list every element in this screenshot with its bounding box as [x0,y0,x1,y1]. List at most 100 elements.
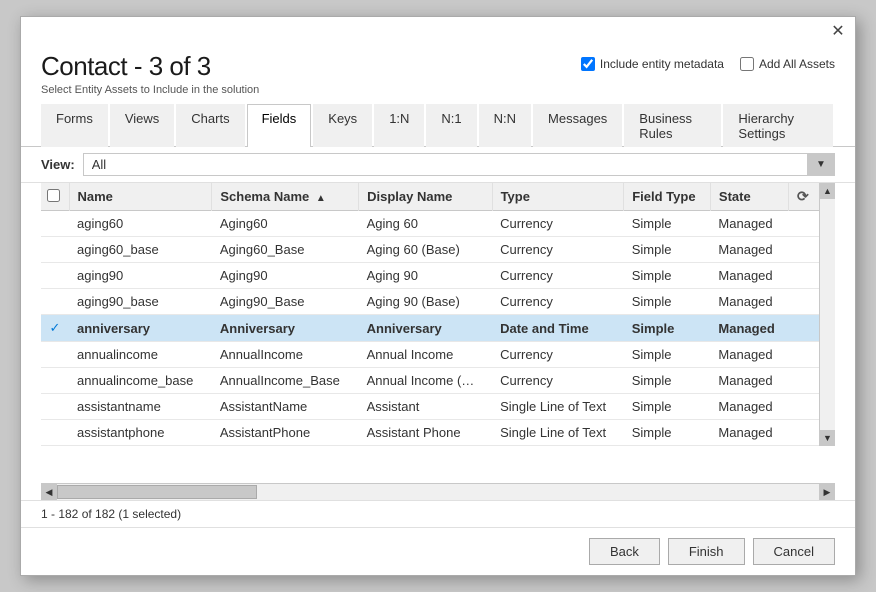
cell-field-type: Simple [624,368,711,394]
cell-schema-name: AnnualIncome [212,342,359,368]
cell-action [788,315,819,342]
row-check-cell[interactable] [41,211,69,237]
tab-n1[interactable]: N:1 [426,104,476,147]
cell-schema-name: Aging60_Base [212,237,359,263]
cell-type: Currency [492,342,624,368]
horizontal-scrollbar[interactable]: ◀ ▶ [41,483,835,500]
tab-forms[interactable]: Forms [41,104,108,147]
title-bar: ✕ [21,17,855,41]
table-row[interactable]: annualincome_baseAnnualIncome_BaseAnnual… [41,368,819,394]
col-header-state[interactable]: State [710,183,788,211]
back-button[interactable]: Back [589,538,660,565]
cell-field-type: Simple [624,211,711,237]
table-row[interactable]: aging90Aging90Aging 90CurrencySimpleMana… [41,263,819,289]
include-metadata-text: Include entity metadata [600,57,724,71]
cell-type: Single Line of Text [492,394,624,420]
view-select-wrapper: All ▼ [83,153,835,176]
include-metadata-checkbox[interactable] [581,57,595,71]
cell-state: Managed [710,394,788,420]
row-check-cell[interactable] [41,289,69,315]
data-table: Name Schema Name ▲ Display Name Type Fie… [41,183,819,446]
cell-name: aging60 [69,211,212,237]
tab-charts[interactable]: Charts [176,104,244,147]
cell-action [788,394,819,420]
add-all-assets-label[interactable]: Add All Assets [740,57,835,71]
h-scroll-thumb[interactable] [57,485,257,499]
col-header-field-type[interactable]: Field Type [624,183,711,211]
add-all-assets-checkbox[interactable] [740,57,754,71]
cell-type: Single Line of Text [492,420,624,446]
tab-nn[interactable]: N:N [479,104,531,147]
table-row[interactable]: assistantnameAssistantNameAssistantSingl… [41,394,819,420]
table-row[interactable]: annualincomeAnnualIncomeAnnual IncomeCur… [41,342,819,368]
tab-1n[interactable]: 1:N [374,104,424,147]
table-wrapper[interactable]: Name Schema Name ▲ Display Name Type Fie… [41,183,819,446]
header-left: Contact - 3 of 3 Select Entity Assets to… [41,51,259,96]
refresh-icon[interactable]: ⟳ [797,188,809,204]
col-header-schema-name[interactable]: Schema Name ▲ [212,183,359,211]
scroll-up-button[interactable]: ▲ [820,183,836,199]
row-check-cell[interactable] [41,237,69,263]
h-scroll-track[interactable] [57,484,819,500]
cell-action [788,420,819,446]
view-select[interactable]: All [83,153,835,176]
cell-schema-name: AssistantPhone [212,420,359,446]
cell-state: Managed [710,420,788,446]
add-all-assets-text: Add All Assets [759,57,835,71]
cell-action [788,211,819,237]
cell-name: aging60_base [69,237,212,263]
row-check-cell[interactable] [41,394,69,420]
row-check-cell[interactable]: ✓ [41,315,69,342]
tab-messages[interactable]: Messages [533,104,622,147]
tab-fields[interactable]: Fields [247,104,312,147]
cell-action [788,263,819,289]
row-check-cell[interactable] [41,420,69,446]
cell-name: annualincome [69,342,212,368]
cell-state: Managed [710,342,788,368]
cell-schema-name: AssistantName [212,394,359,420]
cell-type: Currency [492,237,624,263]
col-header-display-name[interactable]: Display Name [359,183,492,211]
tab-views[interactable]: Views [110,104,174,147]
cell-field-type: Simple [624,237,711,263]
table-row[interactable]: ✓anniversaryAnniversaryAnniversaryDate a… [41,315,819,342]
col-header-type[interactable]: Type [492,183,624,211]
cancel-button[interactable]: Cancel [753,538,835,565]
finish-button[interactable]: Finish [668,538,745,565]
tab-keys[interactable]: Keys [313,104,372,147]
col-header-refresh[interactable]: ⟳ [788,183,819,211]
cell-field-type: Simple [624,289,711,315]
cell-state: Managed [710,263,788,289]
row-check-cell[interactable] [41,342,69,368]
scroll-left-button[interactable]: ◀ [41,484,57,500]
scroll-down-button[interactable]: ▼ [820,430,836,446]
row-check-cell[interactable] [41,263,69,289]
cell-field-type: Simple [624,342,711,368]
table-header-row: Name Schema Name ▲ Display Name Type Fie… [41,183,819,211]
table-row[interactable]: assistantphoneAssistantPhoneAssistant Ph… [41,420,819,446]
close-button[interactable]: ✕ [829,23,847,41]
cell-state: Managed [710,211,788,237]
cell-schema-name: Aging60 [212,211,359,237]
include-metadata-label[interactable]: Include entity metadata [581,57,724,71]
col-header-name[interactable]: Name [69,183,212,211]
scroll-track[interactable] [820,199,835,430]
tab-hierarchy-settings[interactable]: Hierarchy Settings [723,104,833,147]
select-all-checkbox[interactable] [47,189,60,202]
col-header-check[interactable] [41,183,69,211]
header: Contact - 3 of 3 Select Entity Assets to… [21,41,855,104]
tab-business-rules[interactable]: Business Rules [624,104,721,147]
cell-action [788,342,819,368]
table-container: Name Schema Name ▲ Display Name Type Fie… [41,183,835,483]
checkmark-icon: ✓ [50,320,61,335]
table-row[interactable]: aging90_baseAging90_BaseAging 90 (Base)C… [41,289,819,315]
vertical-scrollbar[interactable]: ▲ ▼ [819,183,835,446]
cell-schema-name: AnnualIncome_Base [212,368,359,394]
table-body: aging60Aging60Aging 60CurrencySimpleMana… [41,211,819,446]
cell-type: Date and Time [492,315,624,342]
view-bar: View: All ▼ [21,147,855,183]
table-row[interactable]: aging60Aging60Aging 60CurrencySimpleMana… [41,211,819,237]
table-row[interactable]: aging60_baseAging60_BaseAging 60 (Base)C… [41,237,819,263]
scroll-right-button[interactable]: ▶ [819,484,835,500]
row-check-cell[interactable] [41,368,69,394]
